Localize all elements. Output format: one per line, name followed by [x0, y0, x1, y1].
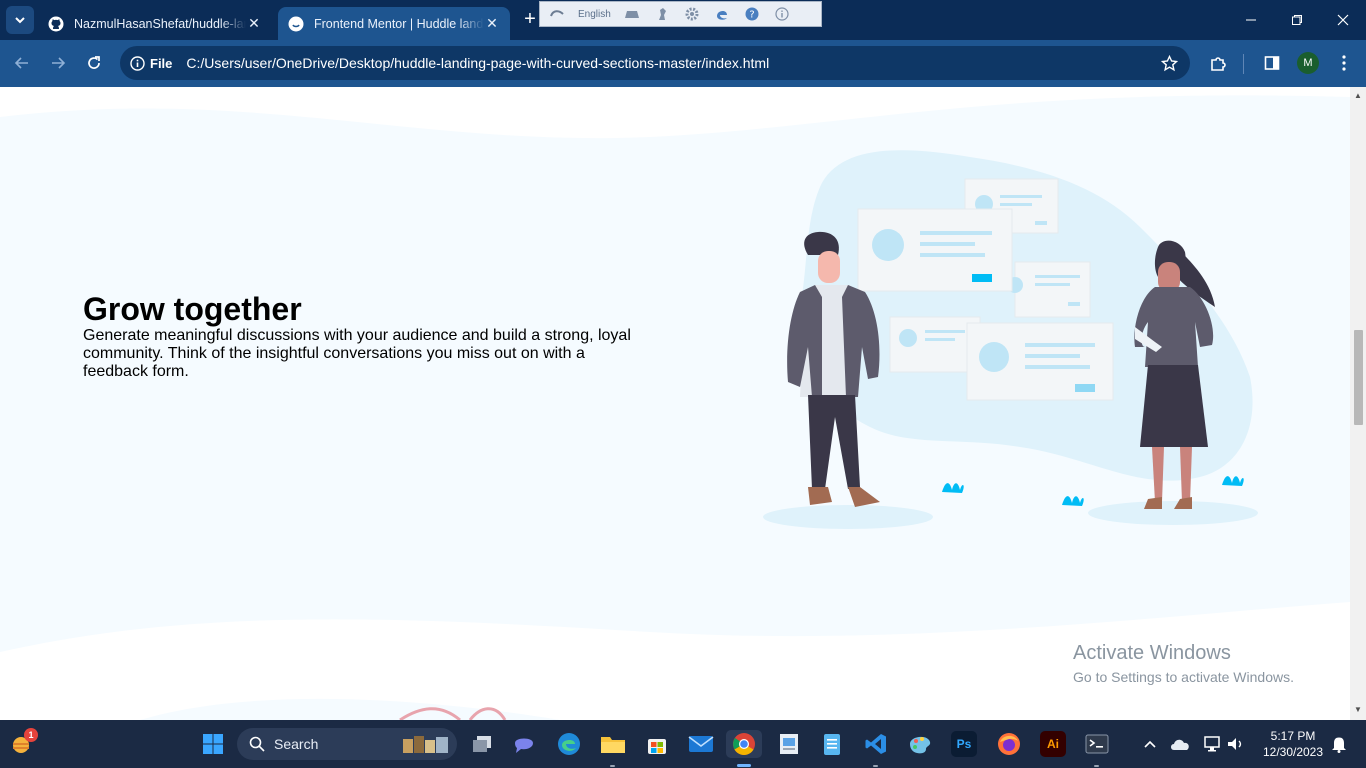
- help-icon[interactable]: ?: [743, 7, 761, 21]
- close-icon[interactable]: ✕: [484, 15, 500, 32]
- browser-toolbar: File C:/Users/user/OneDrive/Desktop/hudd…: [0, 40, 1366, 87]
- microsoft-store-icon[interactable]: [643, 730, 671, 758]
- watermark-line-2: Go to Settings to activate Windows.: [1073, 669, 1294, 685]
- firefox-icon[interactable]: [995, 730, 1023, 758]
- tab-search-button[interactable]: [6, 6, 34, 34]
- keyboard-icon[interactable]: [623, 7, 641, 21]
- close-window-icon[interactable]: [1320, 0, 1366, 40]
- terminal-open-indicator: [1094, 765, 1099, 767]
- site-info-chip[interactable]: File: [130, 56, 172, 71]
- taskbar-clock[interactable]: 5:17 PM 12/30/2023: [1258, 728, 1328, 760]
- tab-title: Frontend Mentor | Huddle landing page: [314, 16, 484, 31]
- tab-frontend-mentor[interactable]: Frontend Mentor | Huddle landing page ✕: [278, 7, 510, 40]
- search-highlight-icon: [403, 736, 448, 753]
- edge-icon[interactable]: [555, 730, 583, 758]
- ime-handle-icon[interactable]: [548, 7, 566, 21]
- new-tab-button[interactable]: +: [520, 9, 540, 30]
- url-text[interactable]: C:/Users/user/OneDrive/Desktop/huddle-la…: [186, 55, 1154, 71]
- onedrive-cloud-icon[interactable]: [1166, 730, 1194, 758]
- activate-windows-watermark: Activate Windows Go to Settings to activ…: [1073, 642, 1294, 685]
- scroll-down-icon[interactable]: ▼: [1354, 706, 1362, 714]
- file-explorer-icon[interactable]: [599, 730, 627, 758]
- back-icon[interactable]: [10, 51, 34, 75]
- illustrator-icon[interactable]: Ai: [1040, 731, 1066, 757]
- menu-kebab-icon[interactable]: [1332, 51, 1356, 75]
- terminal-icon[interactable]: [1083, 730, 1111, 758]
- extensions-icon[interactable]: [1206, 51, 1230, 75]
- task-view-icon[interactable]: [468, 730, 496, 758]
- search-label: Search: [274, 736, 319, 752]
- photos-icon[interactable]: [775, 730, 803, 758]
- forward-icon[interactable]: [46, 51, 70, 75]
- meet-chat-icon[interactable]: [510, 730, 538, 758]
- windows-taskbar: 1 Search Ps Ai 5:17 PM 12/30/2023: [0, 720, 1366, 768]
- vertical-scrollbar[interactable]: ▲ ▼: [1350, 87, 1366, 720]
- search-icon: [249, 736, 265, 752]
- info-icon: [130, 55, 145, 71]
- toolbar-divider: [1243, 54, 1244, 74]
- bookmark-star-icon[interactable]: [1154, 54, 1184, 72]
- chrome-active-indicator: [737, 764, 751, 767]
- clock-time: 5:17 PM: [1270, 729, 1316, 743]
- tab-github[interactable]: NazmulHasanShefat/huddle-landing-page ✕: [38, 7, 272, 40]
- svg-text:?: ?: [749, 10, 754, 21]
- chevron-up-icon[interactable]: [1136, 730, 1164, 758]
- avatar: M: [1297, 52, 1319, 74]
- chrome-icon[interactable]: [726, 730, 762, 758]
- gear-icon[interactable]: [683, 7, 701, 21]
- frontend-mentor-icon: [288, 16, 304, 31]
- scroll-thumb[interactable]: [1354, 330, 1363, 425]
- taskbar-search-box[interactable]: Search: [237, 728, 457, 760]
- start-windows-icon[interactable]: [199, 730, 227, 758]
- address-bar[interactable]: File C:/Users/user/OneDrive/Desktop/hudd…: [120, 46, 1190, 80]
- volume-icon[interactable]: [1222, 730, 1250, 758]
- feature-title: Grow together: [83, 291, 302, 327]
- watermark-line-1: Activate Windows: [1073, 642, 1231, 664]
- weather-widget-icon[interactable]: 1: [8, 728, 38, 758]
- photoshop-icon[interactable]: Ps: [951, 731, 977, 757]
- explorer-open-indicator: [610, 765, 615, 767]
- page-viewport[interactable]: Grow together Generate meaningful discus…: [0, 87, 1350, 720]
- feature-description: Generate meaningful discussions with you…: [83, 327, 631, 380]
- notification-badge: 1: [24, 728, 38, 742]
- side-panel-icon[interactable]: [1260, 51, 1284, 75]
- chevron-down-icon: [15, 17, 25, 24]
- mail-icon[interactable]: [687, 730, 715, 758]
- clock-date: 12/30/2023: [1262, 745, 1324, 759]
- scroll-up-icon[interactable]: ▲: [1354, 92, 1362, 100]
- notifications-bell-icon[interactable]: [1325, 730, 1353, 758]
- close-icon[interactable]: ✕: [246, 15, 262, 32]
- feature-section: Grow together Generate meaningful discus…: [83, 291, 633, 381]
- reload-icon[interactable]: [82, 51, 106, 75]
- browser-tab-strip: NazmulHasanShefat/huddle-landing-page ✕ …: [0, 0, 1366, 40]
- edge-icon[interactable]: [713, 7, 731, 21]
- site-chip-label: File: [150, 55, 173, 71]
- minimize-icon[interactable]: [1228, 0, 1274, 40]
- vscode-open-indicator: [873, 765, 878, 767]
- vscode-icon[interactable]: [862, 730, 890, 758]
- tab-title: NazmulHasanShefat/huddle-landing-page: [74, 16, 246, 31]
- info-icon[interactable]: [773, 7, 791, 21]
- ime-language-bar[interactable]: English ?: [539, 1, 822, 27]
- grow-together-illustration: [763, 150, 1258, 529]
- window-controls: [1228, 0, 1366, 40]
- github-icon: [48, 16, 64, 31]
- chess-piece-icon[interactable]: [653, 7, 671, 21]
- restore-icon[interactable]: [1274, 0, 1320, 40]
- notepad-icon[interactable]: [818, 730, 846, 758]
- ime-language-label[interactable]: English: [578, 9, 611, 20]
- paint-icon[interactable]: [906, 730, 934, 758]
- profile-button[interactable]: M: [1296, 51, 1320, 75]
